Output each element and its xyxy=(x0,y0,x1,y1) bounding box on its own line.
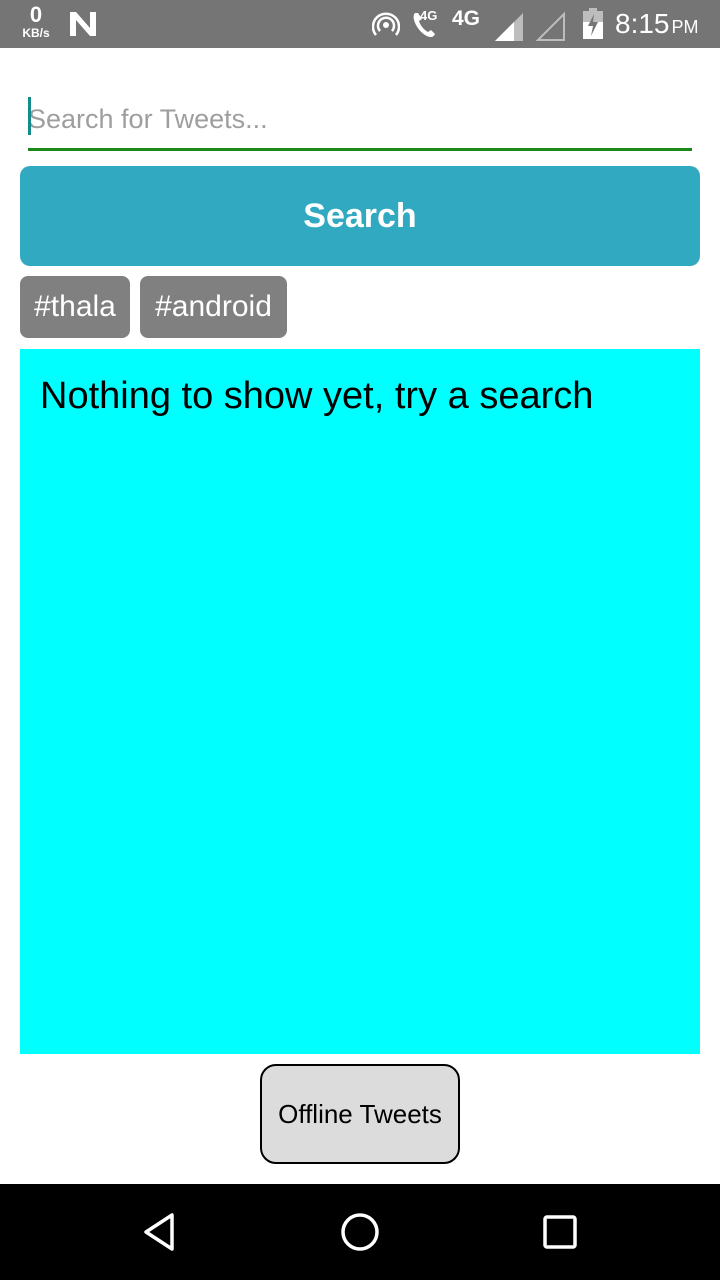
hashtag-chip-android[interactable]: #android xyxy=(140,276,287,338)
empty-state-message: Nothing to show yet, try a search xyxy=(40,375,594,417)
data-rate-indicator: 0 KB/s xyxy=(18,2,54,40)
data-rate-value: 0 xyxy=(29,2,43,27)
tweet-results-panel: Nothing to show yet, try a search xyxy=(20,349,700,1054)
signal-icon xyxy=(536,12,565,41)
navigation-bar xyxy=(0,1184,720,1280)
offline-tweets-button[interactable]: Offline Tweets xyxy=(260,1064,460,1164)
battery-icon xyxy=(583,8,603,39)
network-type-small: 4G xyxy=(420,8,438,23)
text-caret xyxy=(28,97,31,135)
hotspot-icon xyxy=(372,12,400,36)
clock-ampm: PM xyxy=(671,17,699,37)
home-icon[interactable] xyxy=(338,1210,382,1254)
data-rate-unit: KB/s xyxy=(22,26,50,40)
recents-icon[interactable] xyxy=(538,1210,582,1254)
search-field[interactable] xyxy=(28,95,692,151)
back-icon[interactable] xyxy=(138,1210,182,1254)
clock-time: 8:15 xyxy=(615,8,670,39)
hashtag-chip-thala[interactable]: #thala xyxy=(20,276,130,338)
search-input[interactable] xyxy=(28,95,692,143)
network-type: 4G xyxy=(452,7,481,30)
search-button[interactable]: Search xyxy=(20,166,700,266)
status-bar: 0 KB/s 4G 4G 8:15 PM xyxy=(0,0,720,48)
signal-icon xyxy=(495,13,523,41)
n-icon xyxy=(70,12,96,36)
clock: 8:15 PM xyxy=(615,8,699,40)
